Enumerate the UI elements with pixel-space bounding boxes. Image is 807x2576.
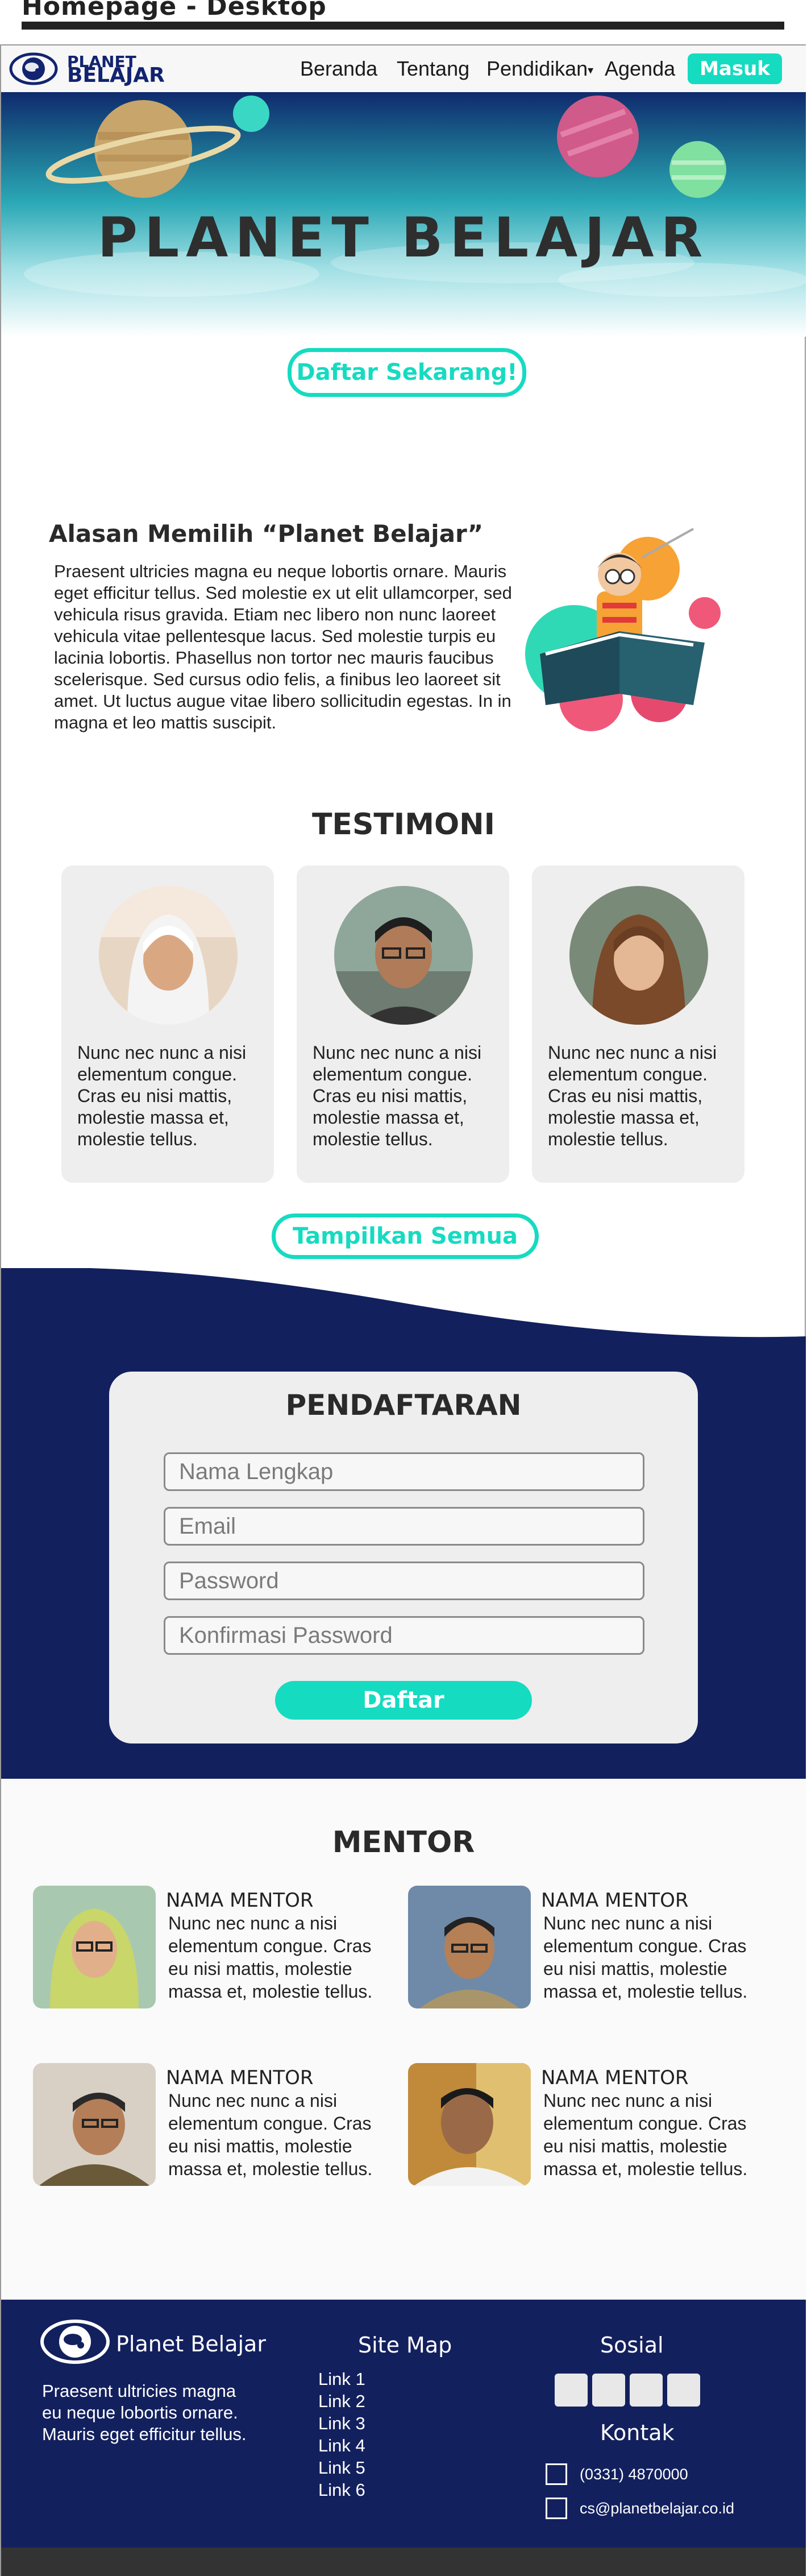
nav-agenda[interactable]: Agenda — [605, 57, 675, 81]
login-button[interactable]: Masuk — [688, 53, 782, 84]
logo-text-bottom: BELAJAR — [67, 64, 165, 87]
mentor-photo — [408, 2063, 531, 2186]
email-field[interactable] — [164, 1507, 644, 1546]
pink-planet-icon — [557, 96, 639, 177]
mentor-name: NAMA MENTOR — [541, 1889, 689, 1912]
about-text: Praesent ultricies magna eu neque lobort… — [54, 561, 512, 732]
social-icon[interactable] — [667, 2374, 700, 2407]
mentor-name: NAMA MENTOR — [166, 2066, 314, 2089]
testimonial-photo — [334, 886, 473, 1025]
sitemap-title: Site Map — [358, 2333, 452, 2358]
nav-beranda[interactable]: Beranda — [300, 57, 377, 81]
footer-link[interactable]: Link 3 — [318, 2412, 365, 2434]
footer-link[interactable]: Link 5 — [318, 2457, 365, 2479]
nav-pendidikan[interactable]: Pendidikan▾ — [486, 57, 593, 81]
password-field[interactable] — [164, 1562, 644, 1600]
show-all-button[interactable]: Tampilkan Semua — [272, 1214, 539, 1259]
footer-about: Praesent ultricies magna eu neque lobort… — [42, 2381, 247, 2444]
mentor-photo — [33, 1886, 156, 2008]
confirm-password-field[interactable] — [164, 1616, 644, 1655]
full-name-field[interactable] — [164, 1452, 644, 1491]
mentor-description: Nunc nec nunc a nisi elementum congue. C… — [543, 2090, 748, 2179]
mentor-description: Nunc nec nunc a nisi elementum congue. C… — [168, 2090, 373, 2179]
mentor-heading: MENTOR — [332, 1825, 475, 1859]
social-icon[interactable] — [592, 2374, 625, 2407]
mentor-name: NAMA MENTOR — [541, 2066, 689, 2089]
document-title: Homepage - Desktop — [22, 0, 327, 21]
planet-logo-icon[interactable] — [40, 2318, 110, 2366]
document-title-rule — [22, 22, 784, 30]
testimonial-text: Nunc nec nunc a nisi elementum congue. C… — [313, 1042, 482, 1149]
hero-title: PLANET BELAJAR — [97, 206, 710, 270]
mentor-photo — [408, 1886, 531, 2008]
testimonial-text: Nunc nec nunc a nisi elementum congue. C… — [77, 1042, 247, 1149]
footer-link[interactable]: Link 6 — [318, 2479, 365, 2501]
footer-link[interactable]: Link 2 — [318, 2390, 365, 2412]
testimonial-heading: TESTIMONI — [311, 807, 496, 842]
mail-icon — [546, 2498, 567, 2519]
nav-pendidikan-label: Pendidikan — [486, 57, 588, 80]
mentor-name: NAMA MENTOR — [166, 1889, 314, 1912]
footer-link[interactable]: Link 4 — [318, 2434, 365, 2457]
testimonial-photo — [99, 886, 238, 1025]
testimonial-photo — [569, 886, 708, 1025]
about-heading: Alasan Memilih “Planet Belajar” — [49, 520, 484, 548]
mentor-photo — [33, 2063, 156, 2186]
ringed-planet-icon — [45, 100, 241, 198]
nav-tentang[interactable]: Tentang — [397, 57, 469, 81]
contact-email[interactable]: cs@planetbelajar.co.id — [580, 2500, 734, 2517]
caret-down-icon: ▾ — [588, 64, 594, 77]
social-title: Sosial — [600, 2333, 664, 2358]
contact-phone: (0331) 4870000 — [580, 2466, 688, 2483]
phone-icon — [546, 2463, 567, 2485]
planet-logo-icon[interactable] — [9, 50, 58, 88]
footer-link[interactable]: Link 1 — [318, 2368, 365, 2390]
contact-title: Kontak — [600, 2420, 675, 2445]
social-icon[interactable] — [630, 2374, 663, 2407]
mentor-description: Nunc nec nunc a nisi elementum congue. C… — [543, 1913, 748, 2002]
testimonial-text: Nunc nec nunc a nisi elementum congue. C… — [548, 1042, 717, 1149]
small-planet-icon — [233, 96, 269, 132]
green-planet-icon — [669, 141, 726, 198]
registration-heading: PENDAFTARAN — [285, 1389, 522, 1422]
footer-bottom-bar — [1, 2548, 806, 2576]
social-icon[interactable] — [555, 2374, 588, 2407]
mentor-description: Nunc nec nunc a nisi elementum congue. C… — [168, 1913, 373, 2002]
register-now-button[interactable]: Daftar Sekarang! — [288, 348, 526, 397]
reading-book-illustration — [525, 528, 721, 731]
register-button[interactable]: Daftar — [275, 1681, 532, 1720]
footer-brand: Planet Belajar — [116, 2331, 266, 2356]
